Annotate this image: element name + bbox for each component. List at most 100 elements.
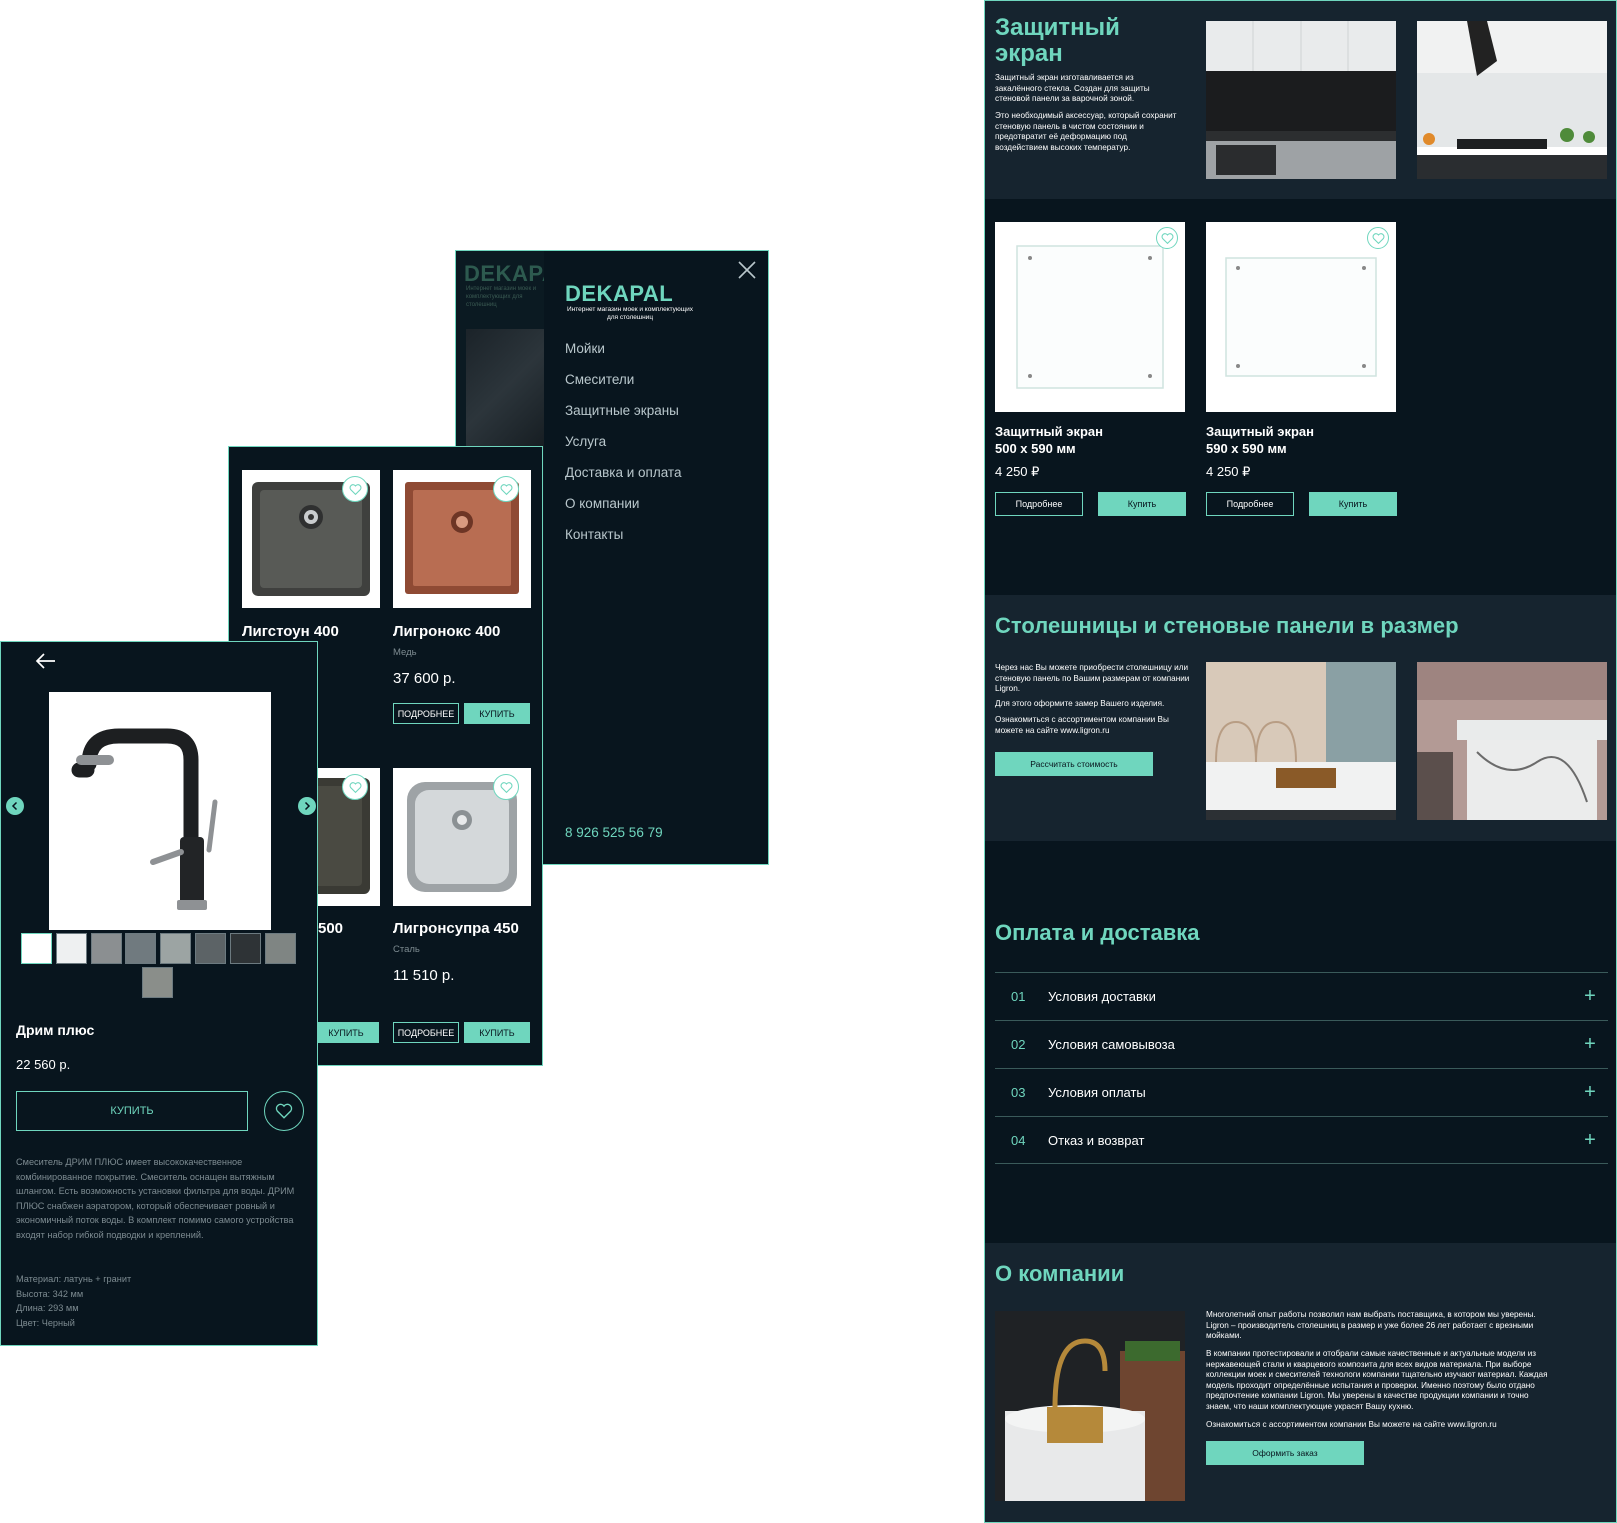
countertops-text-3: Ознакомиться с ассортиментом компании Вы…	[995, 715, 1169, 735]
buy-button[interactable]: КУПИТЬ	[16, 1091, 248, 1131]
favorite-button[interactable]	[264, 1091, 304, 1131]
screen-price: 4 250 ₽	[1206, 464, 1251, 479]
screen-size: 500 х 590 мм	[995, 441, 1076, 456]
buy-button[interactable]: КУПИТЬ	[313, 1022, 379, 1043]
countertops-section: Столешницы и стеновые панели в размер Че…	[985, 595, 1616, 841]
thumbnail[interactable]	[142, 967, 173, 998]
screen-product-name: Защитный экран 590 х 590 мм	[1206, 423, 1314, 457]
menu-item-about[interactable]: О компании	[565, 496, 681, 527]
screen-product-image[interactable]	[995, 222, 1185, 412]
heart-icon	[275, 1103, 293, 1119]
landing-page: Защитный экран Защитный экран изготавлив…	[984, 0, 1617, 1523]
more-button[interactable]: ПОДРОБНЕЕ	[393, 1022, 459, 1043]
logo-subtitle: Интернет магазин моек и комплектующих дл…	[566, 306, 694, 321]
phone-link[interactable]: 8 926 525 56 79	[565, 825, 663, 840]
product-name[interactable]: Лигронсупра 450	[393, 920, 519, 937]
more-button[interactable]: Подробнее	[1206, 492, 1294, 516]
chevron-right-icon	[304, 801, 311, 811]
more-button[interactable]: Подробнее	[995, 492, 1083, 516]
spec-height: Высота: 342 мм	[16, 1288, 84, 1299]
about-photo	[995, 1311, 1185, 1501]
favorite-heart-icon[interactable]	[1156, 227, 1178, 249]
screen-name: Защитный экран	[995, 424, 1103, 439]
menu-item-contacts[interactable]: Контакты	[565, 527, 681, 558]
spec-length: Длина: 293 мм	[16, 1303, 79, 1314]
chevron-left-icon	[11, 801, 18, 811]
menu-nav: Мойки Смесители Защитные экраны Услуга Д…	[565, 341, 681, 558]
favorite-heart-icon[interactable]	[342, 774, 368, 800]
plus-icon[interactable]: +	[1572, 1129, 1608, 1152]
countertops-title: Столешницы и стеновые панели в размер	[995, 613, 1459, 638]
thumbnail[interactable]	[21, 933, 52, 964]
accordion-payment[interactable]: 03 Условия оплаты +	[995, 1068, 1608, 1116]
buy-button[interactable]: КУПИТЬ	[464, 703, 530, 724]
thumbnail[interactable]	[91, 933, 122, 964]
buy-button[interactable]: Купить	[1098, 492, 1186, 516]
plus-icon[interactable]: +	[1572, 985, 1608, 1008]
menu-item-sinks[interactable]: Мойки	[565, 341, 681, 372]
menu-item-delivery[interactable]: Доставка и оплата	[565, 465, 681, 496]
about-section: О компании Многолетний опыт работы позво…	[985, 1243, 1616, 1522]
countertop-photo-1	[1206, 662, 1396, 820]
plus-icon[interactable]: +	[1572, 1081, 1608, 1104]
background-logo-sub: Интернет магазин моек и комплектующих дл…	[466, 286, 537, 308]
product-material: Медь	[393, 647, 417, 658]
logo[interactable]: DEKAPAL	[565, 281, 673, 307]
spec-color: Цвет: Черный	[16, 1317, 75, 1328]
accordion-return[interactable]: 04 Отказ и возврат +	[995, 1116, 1608, 1164]
product-name[interactable]: Лигстоун 400	[242, 623, 339, 640]
faucet-image	[71, 728, 218, 910]
about-text-3: Ознакомиться с ассортиментом компании Вы…	[1206, 1420, 1497, 1429]
prev-image-button[interactable]	[6, 797, 24, 815]
accordion-pickup[interactable]: 02 Условия самовывоза +	[995, 1020, 1608, 1068]
thumbnail[interactable]	[265, 933, 296, 964]
about-text-2: В компании протестировали и отобрали сам…	[1206, 1349, 1548, 1411]
buy-button[interactable]: Купить	[1309, 492, 1397, 516]
product-price: 22 560 р.	[16, 1057, 71, 1072]
place-order-button[interactable]: Оформить заказ	[1206, 1441, 1364, 1465]
menu-item-faucets[interactable]: Смесители	[565, 372, 681, 403]
back-arrow-icon[interactable]	[35, 652, 57, 670]
more-button[interactable]: ПОДРОБНЕЕ	[393, 703, 459, 724]
screen-size: 590 х 590 мм	[1206, 441, 1287, 456]
thumbnail[interactable]	[230, 933, 261, 964]
screen-price: 4 250 ₽	[995, 464, 1040, 479]
glass-screen-image	[1225, 257, 1377, 377]
close-icon[interactable]	[736, 259, 758, 281]
menu-item-screens[interactable]: Защитные экраны	[565, 403, 681, 434]
thumbnail[interactable]	[125, 933, 156, 964]
thumbnail[interactable]	[56, 933, 87, 964]
screen-text-1: Защитный экран изготавливается из закалё…	[995, 73, 1150, 104]
countertops-text-2: Для этого оформите замер Вашего изделия.	[995, 699, 1165, 708]
screen-product-name: Защитный экран 500 х 590 мм	[995, 423, 1103, 457]
product-price: 11 510 р.	[393, 967, 455, 984]
accordion-number: 01	[1011, 989, 1026, 1004]
favorite-heart-icon[interactable]	[1367, 227, 1389, 249]
favorite-heart-icon[interactable]	[342, 476, 368, 502]
product-material: Сталь	[393, 944, 420, 955]
screen-product-image[interactable]	[1206, 222, 1396, 412]
next-image-button[interactable]	[298, 797, 316, 815]
accordion-delivery[interactable]: 01 Условия доставки +	[995, 972, 1608, 1020]
menu-item-service[interactable]: Услуга	[565, 434, 681, 465]
accordion-title: Условия оплаты	[1048, 1085, 1146, 1100]
favorite-heart-icon[interactable]	[493, 774, 519, 800]
screen-title: Защитный экран	[995, 14, 1120, 67]
product-name[interactable]: Лигронокс 400	[393, 623, 500, 640]
calculate-cost-button[interactable]: Рассчитать стоимость	[995, 752, 1153, 776]
countertop-photo-2	[1417, 662, 1607, 820]
plus-icon[interactable]: +	[1572, 1033, 1608, 1056]
favorite-heart-icon[interactable]	[493, 476, 519, 502]
spec-material: Материал: латунь + гранит	[16, 1274, 132, 1284]
product-screen: Дрим плюс 22 560 р. КУПИТЬ Смеситель ДРИ…	[0, 641, 318, 1346]
buy-button[interactable]: КУПИТЬ	[464, 1022, 530, 1043]
product-name[interactable]: 500	[318, 920, 343, 937]
thumbnail[interactable]	[195, 933, 226, 964]
countertops-text-1: Через нас Вы можете приобрести столешниц…	[995, 663, 1190, 694]
thumbnail[interactable]	[160, 933, 191, 964]
menu-drawer: DEKAPAL Интернет магазин моек и комплект…	[544, 251, 768, 864]
about-text-1: Многолетний опыт работы позволил нам выб…	[1206, 1310, 1536, 1341]
product-description: Смеситель ДРИМ ПЛЮС имеет высококачестве…	[16, 1157, 295, 1240]
product-price: 37 600 р.	[393, 670, 456, 687]
accordion-number: 04	[1011, 1132, 1026, 1148]
